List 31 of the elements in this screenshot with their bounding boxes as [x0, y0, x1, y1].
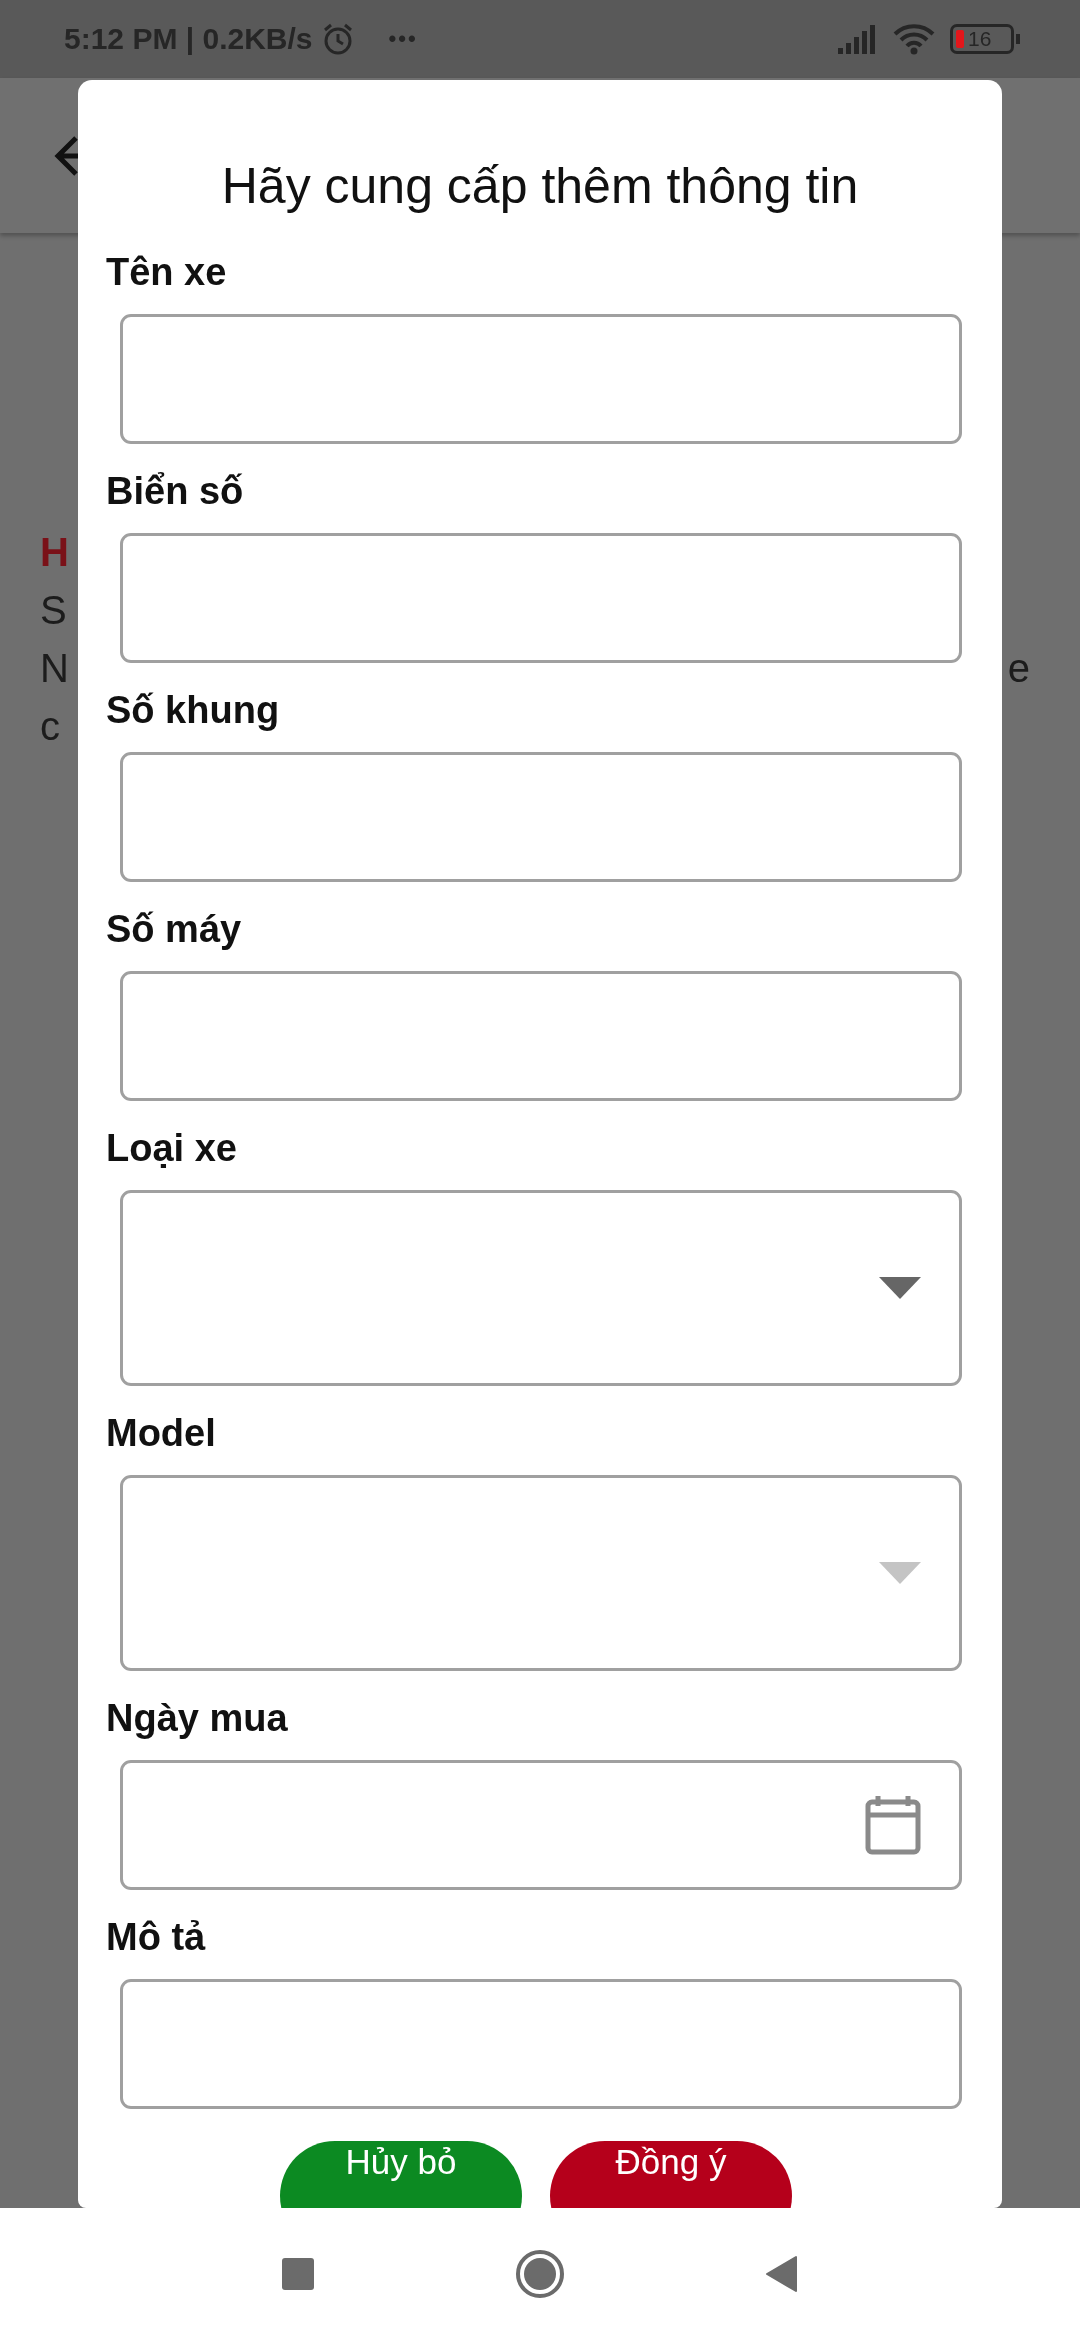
more-icon: ••• — [388, 26, 418, 52]
home-icon[interactable] — [515, 2249, 565, 2299]
wifi-icon — [892, 23, 936, 55]
input-field[interactable] — [120, 533, 962, 663]
input-field[interactable] — [120, 971, 962, 1101]
recent-apps-icon[interactable] — [281, 2257, 315, 2291]
text-fragment: N — [40, 645, 69, 692]
dropdown-field[interactable] — [120, 1190, 962, 1386]
field-label: Mô tả — [106, 1915, 207, 1960]
heading-fragment: H — [40, 529, 70, 576]
input-field[interactable] — [120, 752, 962, 882]
dropdown-field[interactable] — [120, 1475, 962, 1671]
text-fragment: e — [1007, 645, 1030, 692]
field-label: Số máy — [106, 907, 243, 952]
input-field[interactable] — [120, 314, 962, 444]
calendar-icon[interactable] — [865, 1795, 921, 1855]
field-label: Biển số — [106, 469, 245, 514]
text-fragment: c — [40, 703, 60, 750]
back-icon[interactable] — [765, 2255, 799, 2293]
field-label: Số khung — [106, 688, 281, 733]
text-fragment: S — [40, 587, 67, 634]
field-label: Model — [106, 1411, 217, 1456]
signal-icon — [838, 24, 878, 54]
input-field[interactable] — [120, 1979, 962, 2109]
field-label: Loại xe — [106, 1126, 238, 1171]
field-label: Tên xe — [106, 250, 228, 295]
date-field[interactable] — [120, 1760, 962, 1890]
field-label: Ngày mua — [106, 1696, 289, 1741]
dialog-title: Hãy cung cấp thêm thông tin — [220, 157, 860, 216]
confirm-button[interactable]: Đồng ý — [550, 2141, 792, 2208]
cancel-button[interactable]: Hủy bỏ — [280, 2141, 522, 2208]
